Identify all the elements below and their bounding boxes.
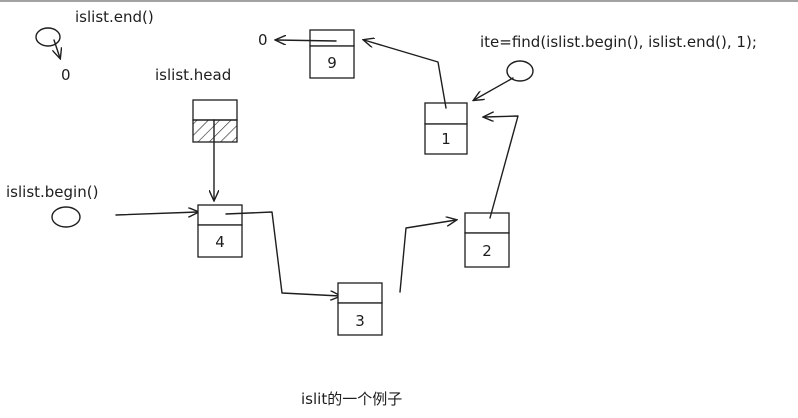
- node-1-to-node-9-arrow: [364, 40, 447, 109]
- ite-iterator-circle: [506, 60, 534, 82]
- node-2-value: 2: [482, 242, 492, 260]
- node-9-to-null-arrow: [276, 40, 337, 41]
- node-4-next-cell: [197, 204, 243, 226]
- node-1: 1: [424, 102, 468, 155]
- head-node: [192, 99, 238, 143]
- node-3: 3: [337, 282, 383, 336]
- node-2-next-cell: [464, 212, 510, 234]
- end-zero-label: 0: [61, 66, 71, 84]
- node-2-to-node-1-arrow: [484, 116, 519, 219]
- ite-label: ite=find(islist.begin(), islist.end(), 1…: [480, 33, 757, 51]
- end-label: islist.end(): [75, 8, 154, 26]
- node-4: 4: [197, 204, 243, 258]
- diagram-caption: islit的一个例子: [301, 390, 402, 408]
- node-4-value: 4: [215, 233, 225, 251]
- node-9: 9: [309, 29, 355, 79]
- top-zero-label: 0: [258, 31, 268, 49]
- head-node-hatched-cell: [192, 119, 238, 143]
- node-2: 2: [464, 212, 510, 268]
- head-label: islist.head: [155, 66, 231, 84]
- begin-to-node-4-arrow: [115, 212, 198, 215]
- node-9-value: 9: [327, 54, 337, 72]
- node-3-to-node-2-arrow: [399, 220, 456, 293]
- node-1-value: 1: [441, 130, 451, 148]
- node-3-value: 3: [355, 312, 365, 330]
- begin-label: islist.begin(): [6, 183, 98, 201]
- end-iterator-group: islist.end() 0: [35, 8, 154, 84]
- ite-iterator-arrow: [474, 77, 514, 100]
- begin-iterator-circle: [51, 206, 81, 228]
- end-iterator-circle: [35, 27, 61, 47]
- node-4-to-node-3-arrow: [225, 211, 340, 296]
- linked-list-diagram: islist.end() 0 9 0 ite=find(islist.begin…: [0, 0, 798, 408]
- node-3-next-cell: [337, 282, 383, 304]
- head-node-top-cell: [192, 99, 238, 121]
- node-9-next-cell: [309, 29, 355, 47]
